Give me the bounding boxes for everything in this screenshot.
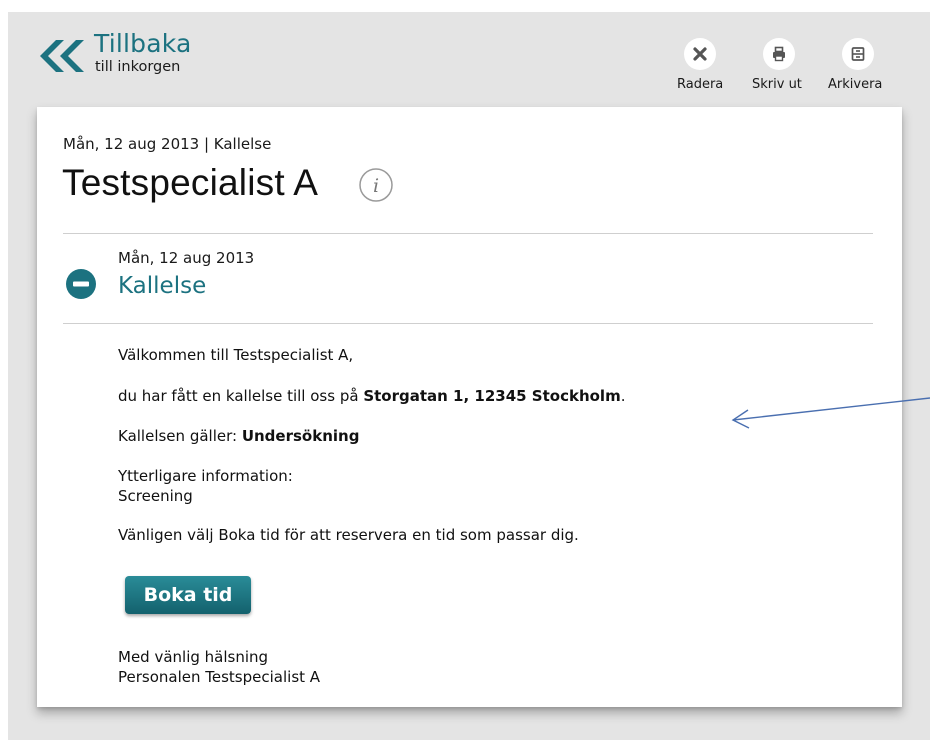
extra-info-label: Ytterligare information: (118, 467, 293, 485)
print-label: Skriv ut (752, 77, 802, 92)
greeting-text: Välkommen till Testspecialist A, (118, 346, 354, 364)
invite-address: Storgatan 1, 12345 Stockholm (363, 387, 621, 405)
archive-label: Arkivera (828, 77, 883, 92)
back-to-inbox-link[interactable]: Tillbaka till inkorgen (36, 30, 192, 76)
book-appointment-button[interactable]: Boka tid (125, 576, 251, 614)
collapse-minus-icon[interactable] (65, 268, 97, 300)
invite-text: du har fått en kallelse till oss på Stor… (118, 386, 626, 406)
divider (63, 233, 873, 234)
divider (63, 323, 873, 324)
page-title: Testspecialist A (62, 162, 319, 203)
print-button[interactable] (763, 38, 795, 70)
invite-suffix: . (620, 387, 626, 405)
extra-info-value: Screening (118, 487, 193, 505)
back-title: Tillbaka (94, 29, 192, 58)
validity-prefix: Kallelsen gäller: (118, 427, 242, 445)
printer-icon (763, 38, 795, 70)
delete-button[interactable] (684, 38, 716, 70)
svg-text:i: i (373, 175, 379, 197)
instruction-text: Vänligen välj Boka tid för att reservera… (118, 526, 579, 544)
invite-prefix: du har fått en kallelse till oss på (118, 387, 364, 405)
validity-text: Kallelsen gäller: Undersökning (118, 426, 359, 446)
archive-icon (842, 38, 874, 70)
archive-button[interactable] (842, 38, 874, 70)
close-icon (684, 38, 716, 70)
signoff-text: Med vänlig hälsning (118, 648, 269, 666)
message-card: Mån, 12 aug 2013 | Kallelse Testspeciali… (37, 107, 902, 707)
info-icon[interactable]: i (358, 167, 394, 203)
message-meta: Mån, 12 aug 2013 | Kallelse (63, 135, 272, 153)
back-subtitle: till inkorgen (95, 59, 181, 75)
signature-text: Personalen Testspecialist A (118, 668, 321, 686)
validity-value: Undersökning (241, 427, 360, 445)
delete-label: Radera (677, 77, 724, 92)
extra-info: Ytterligare information: Screening (118, 466, 293, 506)
section-date: Mån, 12 aug 2013 (118, 249, 255, 267)
double-chevron-left-icon (40, 40, 84, 72)
section-title: Kallelse (118, 273, 207, 299)
signoff-block: Med vänlig hälsning Personalen Testspeci… (118, 647, 320, 687)
